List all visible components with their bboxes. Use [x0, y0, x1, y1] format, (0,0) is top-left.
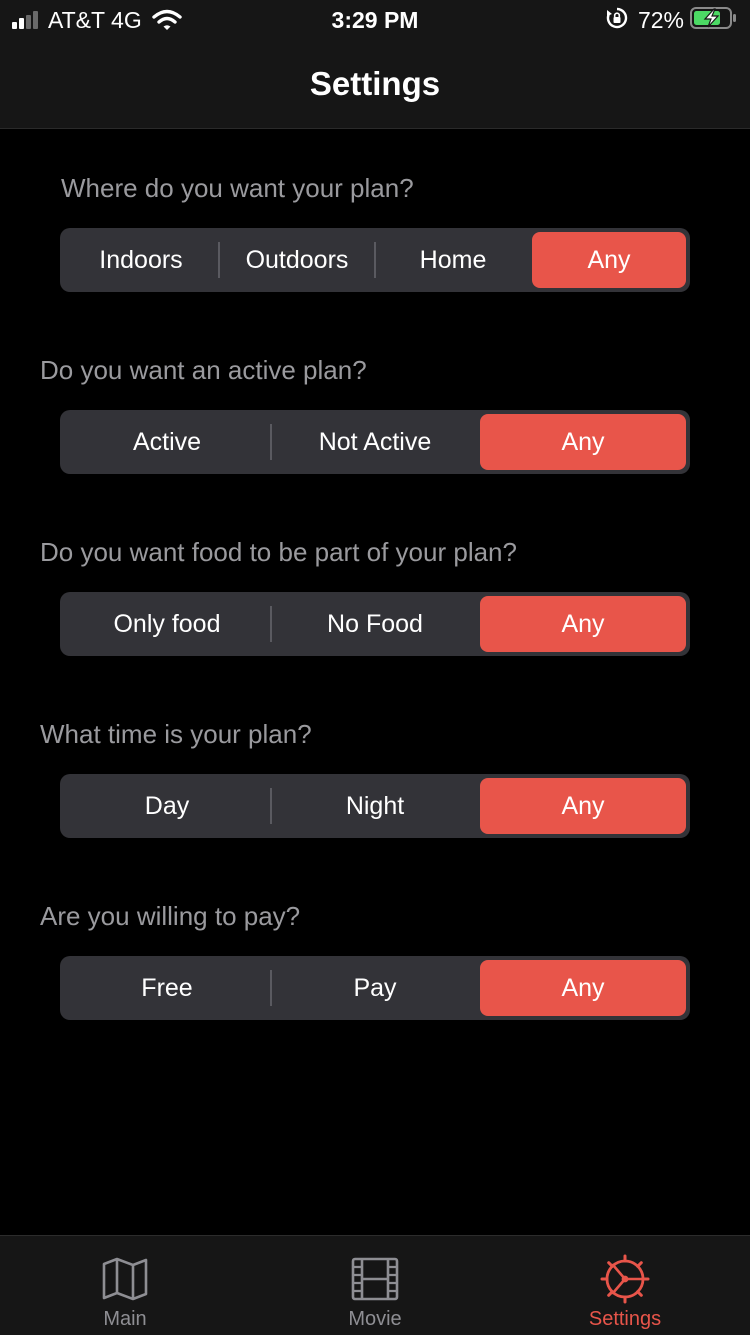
segment-active[interactable]: Active — [64, 414, 270, 470]
segment-any-active[interactable]: Any — [480, 414, 686, 470]
battery-charging-icon — [690, 6, 738, 35]
segment-any-location[interactable]: Any — [532, 232, 686, 288]
navigation-bar: Settings — [0, 40, 750, 129]
segment-not-active[interactable]: Not Active — [272, 414, 478, 470]
segmented-control-pay: Free Pay Any — [60, 956, 690, 1020]
tab-settings[interactable]: Settings — [500, 1236, 750, 1335]
segmented-control-food: Only food No Food Any — [60, 592, 690, 656]
segmented-control-time: Day Night Any — [60, 774, 690, 838]
segmented-control-location: Indoors Outdoors Home Any — [60, 228, 690, 292]
film-icon — [350, 1254, 400, 1304]
status-bar: AT&T 4G 3:29 PM 72% — [0, 0, 750, 40]
settings-wheel-icon — [600, 1254, 650, 1304]
tab-main[interactable]: Main — [0, 1236, 250, 1335]
segment-day[interactable]: Day — [64, 778, 270, 834]
tab-main-label: Main — [103, 1308, 147, 1330]
segment-any-time[interactable]: Any — [480, 778, 686, 834]
question-active: Do you want an active plan? — [40, 355, 367, 385]
question-time: What time is your plan? — [40, 719, 312, 749]
map-icon — [100, 1254, 150, 1304]
segment-any-pay[interactable]: Any — [480, 960, 686, 1016]
segment-any-food[interactable]: Any — [480, 596, 686, 652]
tab-settings-label: Settings — [588, 1308, 662, 1330]
battery-percentage: 72% — [637, 6, 684, 33]
question-food: Do you want food to be part of your plan… — [40, 537, 517, 567]
segment-only-food[interactable]: Only food — [64, 596, 270, 652]
segmented-control-active: Active Not Active Any — [60, 410, 690, 474]
tab-movie[interactable]: Movie — [250, 1236, 500, 1335]
segment-pay[interactable]: Pay — [272, 960, 478, 1016]
question-pay: Are you willing to pay? — [40, 901, 301, 931]
question-location: Where do you want your plan? — [61, 173, 414, 203]
segment-indoors[interactable]: Indoors — [64, 232, 218, 288]
segment-night[interactable]: Night — [272, 778, 478, 834]
rotation-lock-icon — [606, 7, 628, 34]
page-title: Settings — [309, 65, 441, 102]
segment-no-food[interactable]: No Food — [272, 596, 478, 652]
segment-free[interactable]: Free — [64, 960, 270, 1016]
segment-outdoors[interactable]: Outdoors — [220, 232, 374, 288]
status-right: 72% — [606, 6, 738, 34]
tab-movie-label: Movie — [348, 1308, 402, 1330]
tab-bar: Main Movie Settings — [0, 1235, 750, 1335]
segment-home[interactable]: Home — [376, 232, 530, 288]
